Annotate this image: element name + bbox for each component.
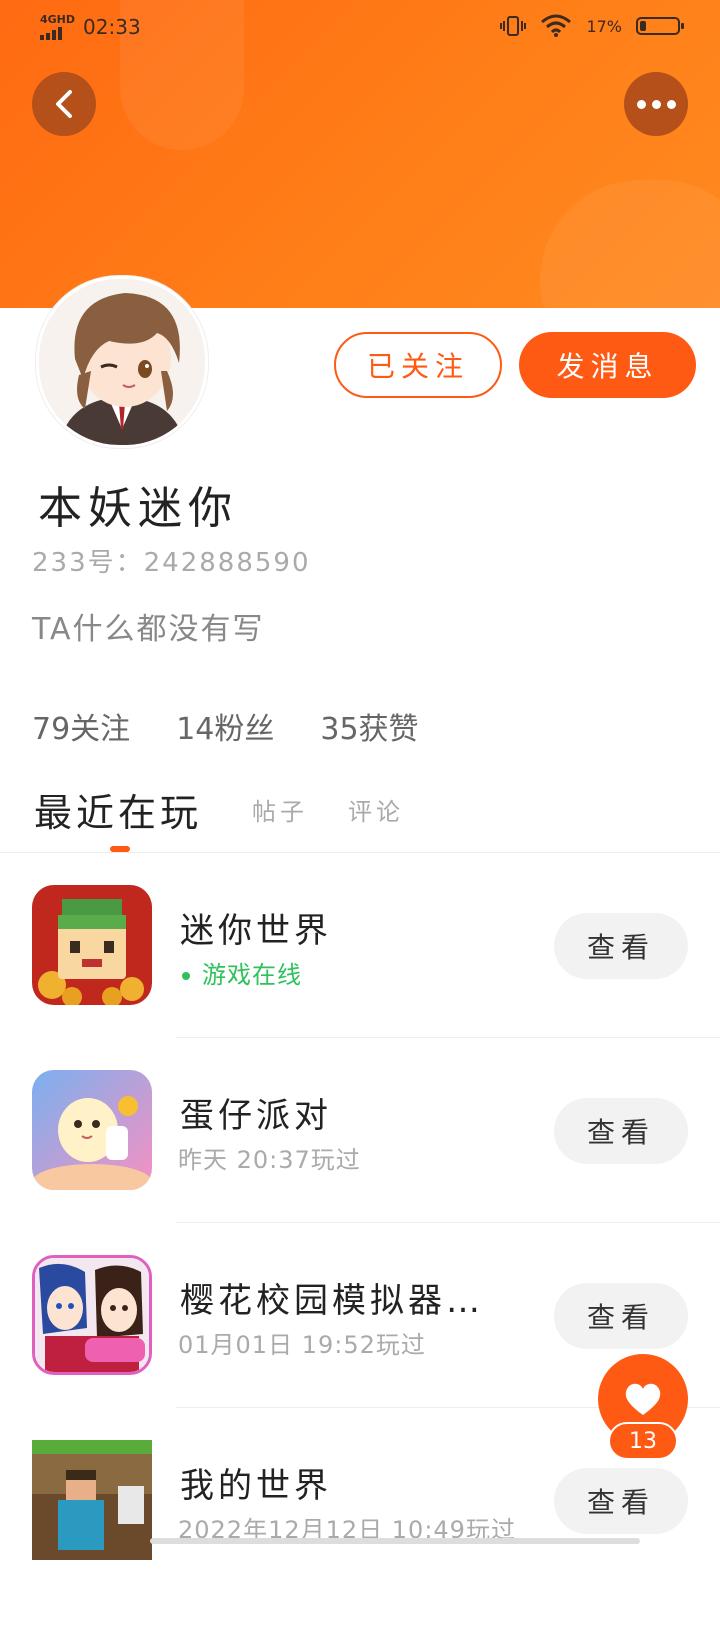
battery-percent: 17%	[586, 16, 622, 36]
game-icon-mini-world	[32, 885, 152, 1005]
scroll-indicator	[150, 1538, 640, 1544]
list-item[interactable]: 我的世界 2022年12月12日 10:49玩过 查看	[0, 1440, 720, 1625]
tab-recently-played[interactable]: 最近在玩	[34, 782, 202, 837]
list-item[interactable]: 蛋仔派对 昨天 20:37玩过 查看	[0, 1070, 720, 1255]
like-count-badge: 13	[608, 1422, 678, 1460]
game-icon-sakura-school	[32, 1255, 152, 1375]
game-title: 我的世界	[180, 1466, 332, 1506]
view-button[interactable]: 查看	[554, 1098, 688, 1164]
profile-stats: 79关注 14粉丝 35获赞	[32, 704, 419, 748]
view-button[interactable]: 查看	[554, 1283, 688, 1349]
online-dot-icon	[182, 972, 190, 980]
chevron-left-icon	[56, 90, 72, 118]
profile-name: 本妖迷你	[38, 483, 238, 534]
game-title: 迷你世界	[180, 911, 332, 951]
game-icon-eggy-party	[32, 1070, 152, 1190]
more-dots-icon	[636, 99, 676, 109]
game-icon-minecraft	[32, 1440, 152, 1560]
wifi-icon	[541, 14, 572, 37]
bio: TA什么都没有写	[32, 612, 265, 647]
likes-count: 35获赞	[320, 712, 419, 747]
fans-count[interactable]: 14粉丝	[176, 704, 274, 748]
signal-indicator: 4GHD	[40, 14, 75, 40]
anime-avatar-image	[39, 279, 205, 445]
last-played: 昨天 20:37玩过	[178, 1146, 361, 1174]
signal-bars-icon	[40, 26, 75, 40]
list-item[interactable]: 迷你世界 游戏在线 查看	[0, 885, 720, 1070]
battery-icon	[636, 17, 684, 35]
row-divider	[176, 1222, 720, 1223]
status-bar: 4GHD 02:33 17%	[0, 0, 720, 54]
user-id: 233号：242888590	[32, 548, 311, 578]
view-button[interactable]: 查看	[554, 913, 688, 979]
tabs-divider	[0, 852, 720, 853]
followed-button[interactable]: 已关注	[334, 332, 502, 398]
view-button[interactable]: 查看	[554, 1468, 688, 1534]
game-title: 樱花校园模拟器…	[180, 1281, 484, 1321]
vibrate-icon	[500, 16, 527, 36]
row-divider	[176, 1037, 720, 1038]
back-button[interactable]	[32, 72, 96, 136]
last-played: 01月01日 19:52玩过	[178, 1331, 426, 1359]
banner-decoration	[540, 180, 720, 308]
profile-tabs: 最近在玩 帖子 评论	[32, 778, 712, 852]
game-title: 蛋仔派对	[180, 1096, 332, 1136]
clock: 02:33	[83, 15, 141, 39]
network-type: 4GHD	[40, 13, 76, 26]
following-count[interactable]: 79关注	[32, 704, 130, 748]
tab-comments[interactable]: 评论	[348, 792, 404, 827]
avatar[interactable]	[36, 276, 208, 448]
tab-posts[interactable]: 帖子	[252, 792, 308, 827]
game-status-text: 游戏在线	[202, 961, 302, 989]
game-status: 游戏在线	[182, 955, 302, 990]
profile-header-banner: 4GHD 02:33 17%	[0, 0, 720, 308]
heart-icon	[625, 1383, 661, 1415]
send-message-button[interactable]: 发消息	[519, 332, 696, 398]
more-options-button[interactable]	[624, 72, 688, 136]
